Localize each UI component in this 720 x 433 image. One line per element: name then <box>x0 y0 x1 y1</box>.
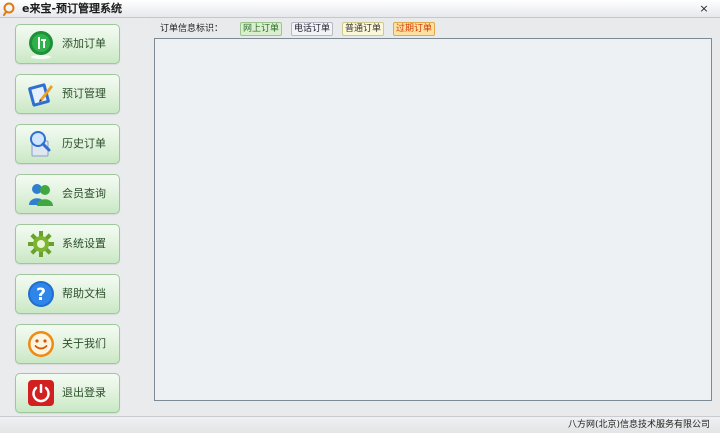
online-order-badge: 网上订单 <box>240 22 282 36</box>
help-docs-button[interactable]: ? 帮助文档 <box>15 274 120 314</box>
history-search-icon <box>30 131 51 157</box>
window-title: e来宝-预订管理系统 <box>22 2 123 15</box>
svg-text:?: ? <box>36 285 46 305</box>
history-orders-button[interactable]: 历史订单 <box>15 124 120 164</box>
about-us-button[interactable]: 关于我们 <box>15 324 120 364</box>
nav-label: 会员查询 <box>62 187 106 200</box>
power-icon <box>28 380 54 406</box>
member-query-button[interactable]: 会员查询 <box>15 174 120 214</box>
nav-label: 预订管理 <box>62 87 106 100</box>
sidebar: 添加订单 预订管理 历史订单 会员查询 系统设置 ? 帮助文档 关于我们 退出登… <box>0 18 150 416</box>
nav-label: 退出登录 <box>62 386 106 399</box>
order-add-icon <box>29 31 53 59</box>
app-logo-icon <box>3 2 15 16</box>
logout-button[interactable]: 退出登录 <box>15 373 120 413</box>
nav-label: 帮助文档 <box>62 287 106 300</box>
booking-manage-button[interactable]: 预订管理 <box>15 74 120 114</box>
phone-order-badge: 电话订单 <box>291 22 333 36</box>
normal-order-badge: 普通订单 <box>342 22 384 36</box>
nav-label: 系统设置 <box>62 237 106 250</box>
nav-label: 历史订单 <box>62 137 106 150</box>
gear-icon <box>28 231 54 257</box>
help-icon: ? <box>28 281 54 307</box>
title-bar: e来宝-预订管理系统 × <box>0 0 720 18</box>
order-list-panel[interactable] <box>154 38 712 401</box>
order-legend-label: 订单信息标识： <box>160 24 224 34</box>
system-settings-button[interactable]: 系统设置 <box>15 224 120 264</box>
close-button[interactable]: × <box>692 2 716 16</box>
company-name: 八方网(北京)信息技术服务有限公司 <box>567 420 710 430</box>
status-bar: 八方网(北京)信息技术服务有限公司 <box>0 416 720 433</box>
add-order-button[interactable]: 添加订单 <box>15 24 120 64</box>
expired-order-badge: 过期订单 <box>393 22 435 36</box>
nav-label: 添加订单 <box>62 37 106 50</box>
nav-label: 关于我们 <box>62 337 106 350</box>
smiley-icon <box>28 331 54 357</box>
members-icon <box>29 184 53 206</box>
booking-manage-icon <box>28 83 53 107</box>
